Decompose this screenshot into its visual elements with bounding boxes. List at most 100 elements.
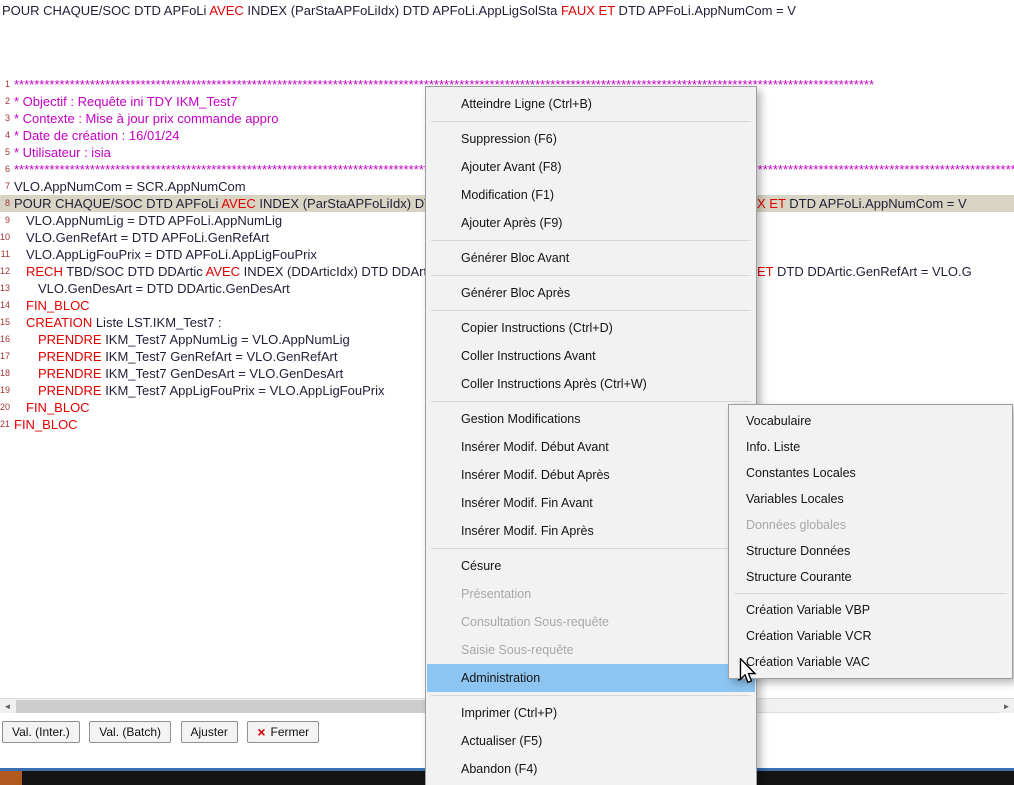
code-text: FIN_BLOC bbox=[26, 399, 90, 416]
line-number: 4 bbox=[0, 127, 10, 144]
button-label: Fermer bbox=[271, 725, 310, 739]
menu-item-modification-f1[interactable]: Modification (F1) bbox=[427, 181, 755, 209]
code-segment: VLO.AppLigFouPrix = DTD APFoLi.AppLigFou… bbox=[26, 247, 317, 262]
submenu-item-constantes-locales[interactable]: Constantes Locales bbox=[730, 460, 1011, 486]
menu-item-label: Suppression (F6) bbox=[461, 132, 557, 146]
code-segment: IKM_Test7 GenRefArt = VLO.GenRefArt bbox=[102, 349, 338, 364]
line-number: 1 bbox=[0, 76, 10, 93]
code-text: PRENDRE IKM_Test7 AppNumLig = VLO.AppNum… bbox=[38, 331, 350, 348]
code-segment: * Utilisateur : isia bbox=[14, 145, 111, 160]
submenu-item-vocabulaire[interactable]: Vocabulaire bbox=[730, 408, 1011, 434]
code-segment: DTD APFoLi.AppNumCom = V bbox=[615, 3, 796, 18]
line-number: 15 bbox=[0, 314, 10, 331]
menu-item-label: Vocabulaire bbox=[746, 414, 811, 428]
code-segment: DTD APFoLi.AppNumCom = V bbox=[786, 196, 967, 211]
code-segment: PRENDRE bbox=[38, 383, 102, 398]
menu-item-administration[interactable]: Administration► bbox=[427, 664, 755, 692]
menu-separator bbox=[734, 593, 1007, 594]
code-segment: FIN_BLOC bbox=[14, 417, 78, 432]
menu-item-suppression-f6[interactable]: Suppression (F6) bbox=[427, 125, 755, 153]
mouse-cursor-icon bbox=[737, 658, 759, 684]
menu-separator bbox=[431, 310, 751, 311]
menu-item-ajouter-avant-f8[interactable]: Ajouter Avant (F8) bbox=[427, 153, 755, 181]
line-number: 14 bbox=[0, 297, 10, 314]
scroll-right-icon[interactable]: ► bbox=[999, 700, 1014, 713]
menu-item-atteindre-ligne-ctrl-b[interactable]: Atteindre Ligne (Ctrl+B) bbox=[427, 90, 755, 118]
line-number: 7 bbox=[0, 178, 10, 195]
menu-separator bbox=[431, 275, 751, 276]
line-number: 16 bbox=[0, 331, 10, 348]
code-segment: POUR CHAQUE/SOC DTD APFoLi bbox=[14, 196, 221, 211]
code-segment: IKM_Test7 GenDesArt = VLO.GenDesArt bbox=[102, 366, 344, 381]
submenu-item-structure-donnees[interactable]: Structure Données bbox=[730, 538, 1011, 564]
menu-item-inserer-modif-fin-avant[interactable]: Insérer Modif. Fin Avant bbox=[427, 489, 755, 517]
menu-item-generer-bloc-avant[interactable]: Générer Bloc Avant bbox=[427, 244, 755, 272]
menu-item-label: Modification (F1) bbox=[461, 188, 554, 202]
menu-item-label: Administration bbox=[461, 671, 540, 685]
menu-item-label: Actualiser (F5) bbox=[461, 734, 542, 748]
submenu-item-structure-courante[interactable]: Structure Courante bbox=[730, 564, 1011, 590]
menu-separator bbox=[431, 548, 751, 549]
menu-item-label: Imprimer (Ctrl+P) bbox=[461, 706, 557, 720]
code-segment: AVEC bbox=[206, 264, 240, 279]
code-text: VLO.AppLigFouPrix = DTD APFoLi.AppLigFou… bbox=[26, 246, 317, 263]
current-statement-bar: POUR CHAQUE/SOC DTD APFoLi AVEC INDEX (P… bbox=[2, 3, 796, 19]
code-segment: X ET bbox=[757, 196, 786, 211]
code-text: VLO.AppNumLig = DTD APFoLi.AppNumLig bbox=[26, 212, 282, 229]
menu-item-copier-instructions-ctrl-d[interactable]: Copier Instructions (Ctrl+D) bbox=[427, 314, 755, 342]
menu-item-label: Création Variable VCR bbox=[746, 629, 872, 643]
menu-item-presentation: Présentation bbox=[427, 580, 755, 608]
code-segment: VLO.GenDesArt = DTD DDArtic.GenDesArt bbox=[38, 281, 290, 296]
close-icon: × bbox=[257, 724, 265, 740]
menu-item-inserer-modif-debut-avant[interactable]: Insérer Modif. Début Avant bbox=[427, 433, 755, 461]
menu-item-label: Copier Instructions (Ctrl+D) bbox=[461, 321, 613, 335]
code-text: VLO.GenDesArt = DTD DDArtic.GenDesArt bbox=[38, 280, 290, 297]
menu-item-coller-instructions-apres-ctrl-w[interactable]: Coller Instructions Après (Ctrl+W) bbox=[427, 370, 755, 398]
val-inter-button[interactable]: Val. (Inter.) bbox=[2, 721, 80, 743]
menu-item-label: Variables Locales bbox=[746, 492, 844, 506]
submenu-item-variables-locales[interactable]: Variables Locales bbox=[730, 486, 1011, 512]
scrollbar-thumb[interactable] bbox=[16, 700, 446, 713]
menu-item-inserer-modif-fin-apres[interactable]: Insérer Modif. Fin Après bbox=[427, 517, 755, 545]
administration-submenu: Vocabulaire Info. Liste Constantes Locales… bbox=[728, 404, 1013, 679]
menu-item-actualiser-f5[interactable]: Actualiser (F5) bbox=[427, 727, 755, 755]
val-batch-button[interactable]: Val. (Batch) bbox=[89, 721, 171, 743]
taskbar-app-icon[interactable] bbox=[0, 771, 22, 785]
code-segment: * Objectif : Requête ini TDY IKM_Test7 bbox=[14, 94, 238, 109]
submenu-item-info-liste[interactable]: Info. Liste bbox=[730, 434, 1011, 460]
line-number: 20 bbox=[0, 399, 10, 416]
fermer-button[interactable]: × Fermer bbox=[247, 721, 319, 743]
code-segment: RECH bbox=[26, 264, 63, 279]
line-number: 17 bbox=[0, 348, 10, 365]
scroll-left-icon[interactable]: ◄ bbox=[0, 700, 15, 713]
code-text: * Date de création : 16/01/24 bbox=[14, 127, 180, 144]
menu-item-label: Atteindre Ligne (Ctrl+B) bbox=[461, 97, 592, 111]
ajuster-button[interactable]: Ajuster bbox=[181, 721, 238, 743]
code-segment: TBD/SOC DTD DDArtic bbox=[63, 264, 206, 279]
submenu-item-creation-variable-vcr[interactable]: Création Variable VCR bbox=[730, 623, 1011, 649]
menu-item-abandon-f4[interactable]: Abandon (F4) bbox=[427, 755, 755, 783]
submenu-item-creation-variable-vbp[interactable]: Création Variable VBP bbox=[730, 597, 1011, 623]
menu-item-gestion-modifications[interactable]: Gestion Modifications bbox=[427, 405, 755, 433]
menu-item-label: Insérer Modif. Début Avant bbox=[461, 440, 609, 454]
menu-item-inserer-modif-debut-apres[interactable]: Insérer Modif. Début Après bbox=[427, 461, 755, 489]
menu-item-ajouter-apres-f9[interactable]: Ajouter Après (F9) bbox=[427, 209, 755, 237]
menu-separator bbox=[431, 401, 751, 402]
menu-item-cesure[interactable]: Césure bbox=[427, 552, 755, 580]
code-segment: PRENDRE bbox=[38, 332, 102, 347]
code-segment: PRENDRE bbox=[38, 366, 102, 381]
menu-item-imprimer-ctrl-p[interactable]: Imprimer (Ctrl+P) bbox=[427, 699, 755, 727]
code-segment: VLO.GenRefArt = DTD APFoLi.GenRefArt bbox=[26, 230, 269, 245]
menu-separator bbox=[431, 695, 751, 696]
menu-item-coller-instructions-avant[interactable]: Coller Instructions Avant bbox=[427, 342, 755, 370]
menu-item-label: Insérer Modif. Fin Avant bbox=[461, 496, 593, 510]
submenu-item-creation-variable-vac[interactable]: Création Variable VAC bbox=[730, 649, 1011, 675]
menu-item-label: Création Variable VBP bbox=[746, 603, 870, 617]
code-segment: * Contexte : Mise à jour prix commande a… bbox=[14, 111, 278, 126]
bottom-toolbar: Val. (Inter.) Val. (Batch) Ajuster × Ferm… bbox=[2, 721, 324, 743]
line-number: 19 bbox=[0, 382, 10, 399]
code-text: CREATION Liste LST.IKM_Test7 : bbox=[26, 314, 222, 331]
menu-item-generer-bloc-apres[interactable]: Générer Bloc Après bbox=[427, 279, 755, 307]
menu-item-label: Info. Liste bbox=[746, 440, 800, 454]
menu-item-label: Insérer Modif. Fin Après bbox=[461, 524, 594, 538]
